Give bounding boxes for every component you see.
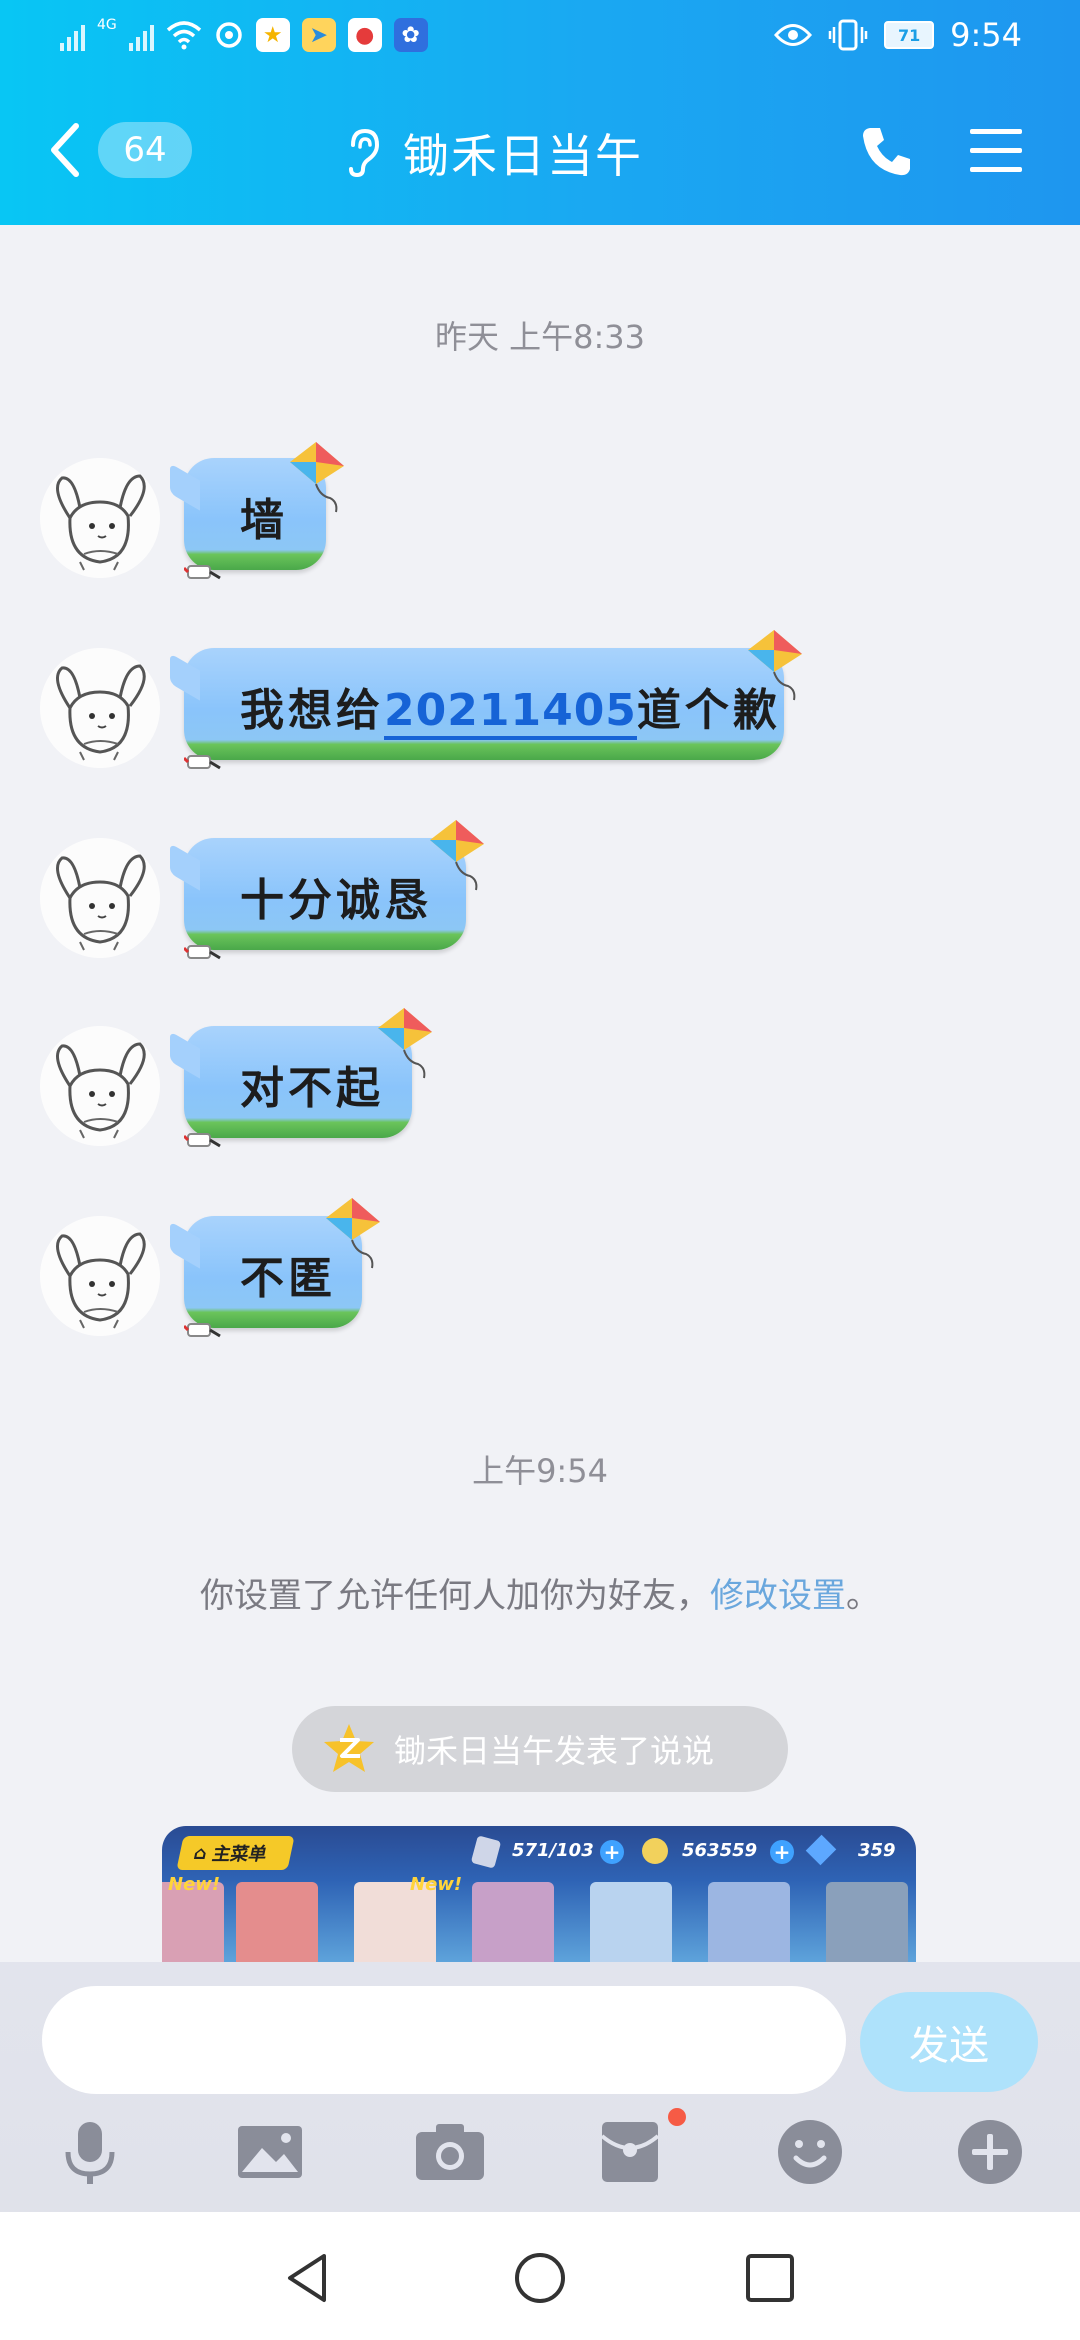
coin-icon (642, 1838, 668, 1864)
preview-top-bar: ⌂ 主菜单 571/103 + 563559 + 359 (162, 1826, 916, 1878)
kite-decoration-icon (325, 1197, 381, 1269)
character-card (236, 1882, 318, 1962)
send-button[interactable]: 发送 (860, 1992, 1038, 2092)
chat-title: 锄禾日当午 (403, 129, 643, 183)
plus-icon: + (770, 1840, 794, 1864)
message-text-part: 我想给 (240, 685, 384, 736)
unread-count-badge: 64 (98, 122, 192, 178)
contact-avatar[interactable] (40, 648, 160, 768)
star-app-icon: ★ (255, 18, 290, 52)
preview-stat: 359 (858, 1840, 896, 1861)
pin-decoration-icon (184, 564, 222, 580)
chevron-left-icon (51, 123, 79, 177)
back-triangle-icon[interactable] (280, 2250, 336, 2306)
send-app-icon: ➤ (301, 18, 336, 52)
qzone-star-icon (324, 1724, 374, 1772)
status-bar: 4G ★ ➤ ● ✿ 71 9:54 (0, 0, 1080, 75)
menu-icon[interactable] (968, 125, 1024, 177)
crystal-icon (805, 1834, 837, 1866)
emoji-icon[interactable] (770, 2112, 850, 2192)
contact-avatar[interactable] (40, 1216, 160, 1336)
modify-settings-link[interactable]: 修改设置 (710, 1576, 846, 1616)
character-card (590, 1882, 672, 1962)
baidu-app-icon: ✿ (393, 18, 428, 52)
pin-decoration-icon (184, 944, 222, 960)
pin-decoration-icon (184, 1322, 222, 1338)
plus-icon[interactable] (950, 2112, 1030, 2192)
message-bubble[interactable]: 我想给20211405道个歉 (170, 648, 784, 760)
preview-main-menu: ⌂ 主菜单 (176, 1836, 295, 1870)
top-bar: 4G ★ ➤ ● ✿ 71 9:54 64 锄禾日当午 (0, 0, 1080, 225)
eye-icon (774, 24, 813, 46)
message-text: 我想给20211405道个歉 (240, 674, 781, 740)
chat-header: 64 锄禾日当午 (0, 75, 1080, 225)
notification-dot (668, 2108, 686, 2126)
battery-indicator: 71 (884, 21, 935, 49)
signal-2-icon (128, 19, 154, 51)
preview-stat: 563559 (682, 1840, 758, 1861)
ticket-icon (470, 1835, 502, 1869)
home-circle-icon[interactable] (512, 2250, 568, 2306)
input-area: 发送 (0, 1962, 1080, 2212)
system-notice-end: 。 (846, 1576, 880, 1616)
feed-notice[interactable]: 锄禾日当午发表了说说 (292, 1706, 788, 1792)
pin-decoration-icon (184, 754, 222, 770)
system-nav-bar (0, 2212, 1080, 2340)
network-type-label: 4G (97, 17, 117, 33)
signal-1-icon (60, 19, 85, 51)
post-image-preview[interactable]: ⌂ 主菜单 571/103 + 563559 + 359 New! New! (162, 1826, 916, 1962)
red-packet-icon[interactable] (590, 2112, 670, 2192)
wifi-icon (166, 21, 201, 50)
recents-square-icon[interactable] (742, 2250, 798, 2306)
status-time: 9:54 (950, 16, 1022, 54)
title-area: 锄禾日当午 (345, 120, 643, 186)
kite-decoration-icon (377, 1007, 433, 1079)
image-icon[interactable] (230, 2112, 310, 2192)
map-app-icon: ● (347, 18, 382, 52)
character-card (708, 1882, 790, 1962)
pin-decoration-icon (184, 1132, 222, 1148)
phone-icon[interactable] (858, 122, 916, 180)
weapon-card (826, 1882, 908, 1962)
sync-icon (216, 22, 242, 48)
plus-icon: + (600, 1840, 624, 1864)
message-text: 对不起 (240, 1063, 384, 1114)
timestamp: 昨天 上午8:33 (434, 318, 646, 356)
mic-icon[interactable] (50, 2112, 130, 2192)
preview-stat: 571/103 (512, 1840, 594, 1861)
character-card (472, 1882, 554, 1962)
contact-avatar[interactable] (40, 1026, 160, 1146)
kite-decoration-icon (747, 629, 803, 701)
system-notice-text: 你设置了允许任何人加你为好友， (200, 1576, 710, 1616)
new-tag: New! (410, 1874, 463, 1895)
preview-menu-label: 主菜单 (210, 1844, 269, 1865)
message-text: 墙 (240, 495, 288, 546)
kite-decoration-icon (289, 441, 345, 513)
new-tag: New! (168, 1874, 221, 1895)
kite-decoration-icon (429, 819, 485, 891)
timestamp: 上午9:54 (472, 1452, 608, 1490)
message-number-link[interactable]: 20211405 (384, 685, 637, 740)
status-left-icons: 4G ★ ➤ ● ✿ (60, 17, 428, 52)
contact-avatar[interactable] (40, 458, 160, 578)
feed-notice-text: 锄禾日当午发表了说说 (394, 1732, 715, 1770)
vibrate-icon (828, 19, 868, 51)
system-notice: 你设置了允许任何人加你为好友，修改设置。 (0, 1568, 1080, 1617)
back-button[interactable]: 64 (44, 120, 192, 180)
contact-avatar[interactable] (40, 838, 160, 958)
home-icon: ⌂ (191, 1842, 210, 1864)
message-text: 十分诚恳 (240, 875, 432, 926)
camera-icon[interactable] (410, 2112, 490, 2192)
ear-icon (349, 128, 380, 178)
message-bubble[interactable]: 十分诚恳 (170, 838, 466, 950)
message-input[interactable] (42, 1986, 846, 2094)
status-right-icons: 71 9:54 (774, 16, 1022, 54)
